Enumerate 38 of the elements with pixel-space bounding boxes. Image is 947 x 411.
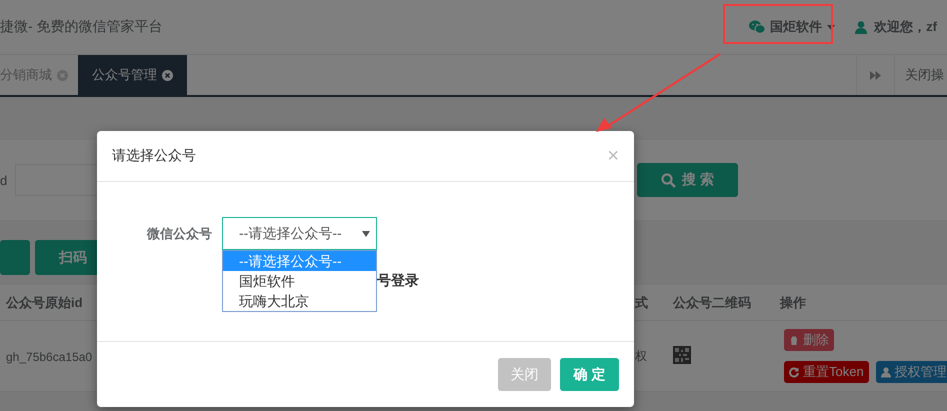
column-header: 公众号二维码 [673,294,751,312]
close-icon [162,70,173,80]
reset-token-button[interactable]: 重置Token [784,361,869,383]
account-dropdown[interactable]: 国炬软件 [745,18,840,36]
table-cell: 权 [635,348,647,364]
table-cell: gh_75b6ca15a0 [6,350,92,364]
site-title: 捷微- 免费的微信管家平台 [0,18,163,36]
account-select[interactable]: --请选择公众号-- [222,217,377,250]
user-icon [855,20,868,34]
trash-icon [789,334,799,346]
refresh-icon [789,366,799,378]
column-header: 公众号原始id [6,294,83,312]
hidden-text: 号登录 [377,272,419,288]
delete-button[interactable]: 删除 [784,329,834,351]
field-label: d [0,172,8,188]
close-button[interactable]: × [607,146,619,166]
fast-forward-icon [870,70,881,80]
dropdown-option[interactable]: 国炬软件 [223,271,376,291]
user-icon [880,366,891,378]
column-header: 操作 [780,294,806,312]
caret-icon [362,230,370,236]
caret-icon [827,24,836,30]
page-tab[interactable]: 公众号管理 [78,55,187,95]
welcome-text: 欢迎您，zf [874,18,937,36]
column-header: 式 [635,294,648,312]
dialog-title: 请选择公众号 [112,147,196,165]
admin-button[interactable]: 授权管理 [876,361,947,383]
dropdown-option[interactable]: --请选择公众号-- [223,251,376,271]
close-button[interactable]: 关闭 [498,358,551,391]
search-icon [661,172,676,188]
search-button[interactable]: 搜 索 [637,163,738,197]
close-icon [57,70,68,80]
close-tabs-button[interactable]: 关闭操 [894,55,947,95]
qr-code-icon [673,346,691,364]
field-label: 微信公众号 [146,225,213,243]
wechat-icon [749,20,766,34]
dropdown-option[interactable]: 玩嗨大北京 [223,291,376,311]
confirm-button[interactable]: 确 定 [560,358,619,391]
